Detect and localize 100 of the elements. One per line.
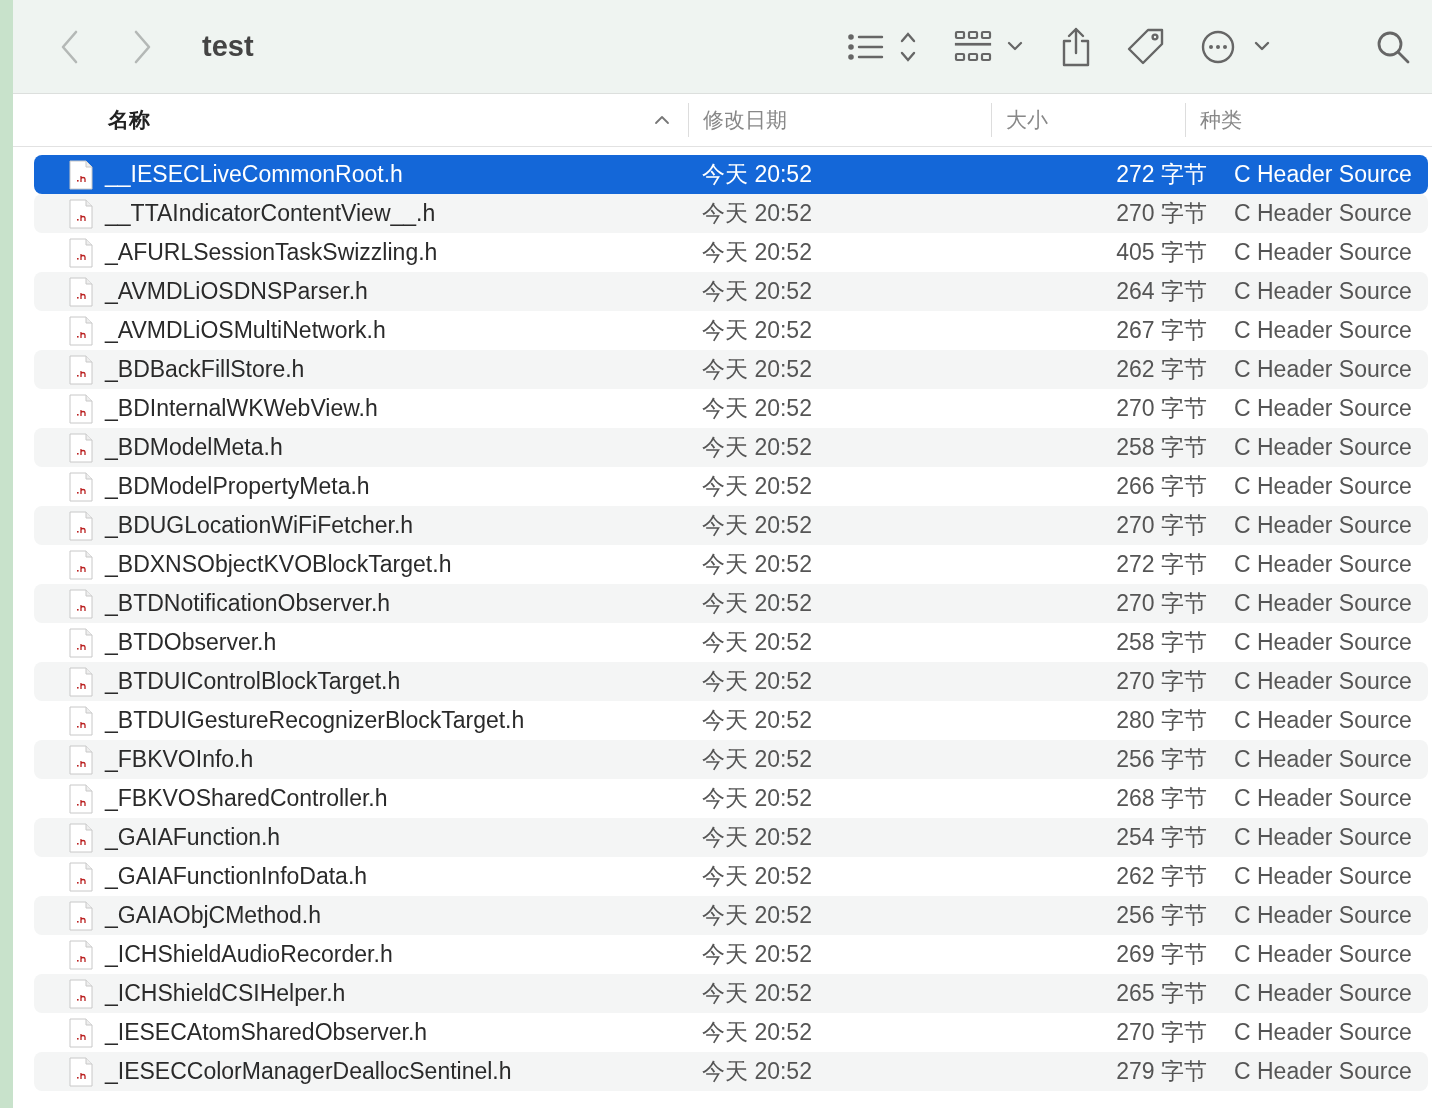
file-kind: C Header Source <box>1233 1058 1412 1085</box>
modified-date: 今天 20:52 <box>701 433 813 462</box>
file-name: _BDBackFillStore.h <box>105 356 305 383</box>
file-row[interactable]: _BTDObserver.h 今天 20:52 258 字节 C Header Source <box>34 623 1428 662</box>
file-row[interactable]: _GAIAFunction.h 今天 20:52 254 字节 C Header Source <box>34 818 1428 857</box>
file-row[interactable]: _IESECAtomSharedObserver.h 今天 20:52 270 字节 C Header Source <box>34 1013 1428 1052</box>
file-row[interactable]: _ICHShieldAudioRecorder.h 今天 20:52 269 字节 C Header Source <box>34 935 1428 974</box>
header-file-icon <box>69 666 93 697</box>
file-name: _BTDObserver.h <box>105 629 277 656</box>
file-size: 270 字节 <box>1115 667 1207 696</box>
header-file-icon <box>69 1056 93 1087</box>
file-kind: C Header Source <box>1233 356 1412 383</box>
modified-date: 今天 20:52 <box>701 1057 813 1086</box>
file-size: 270 字节 <box>1115 589 1207 618</box>
file-size: 279 字节 <box>1115 1057 1207 1086</box>
file-row[interactable]: _BDModelMeta.h 今天 20:52 258 字节 C Header Source <box>34 428 1428 467</box>
file-kind: C Header Source <box>1233 902 1412 929</box>
header-file-icon <box>69 354 93 385</box>
file-name: _GAIAFunction.h <box>105 824 281 851</box>
file-kind: C Header Source <box>1233 317 1412 344</box>
file-row[interactable]: _FBKVOSharedController.h 今天 20:52 268 字节 C Header Source <box>34 779 1428 818</box>
file-name: _FBKVOSharedController.h <box>105 785 388 812</box>
file-size: 267 字节 <box>1115 316 1207 345</box>
file-row[interactable]: __IESECLiveCommonRoot.h 今天 20:52 272 字节 C Header Source <box>34 155 1428 194</box>
file-row[interactable]: _BDModelPropertyMeta.h 今天 20:52 266 字节 C Header Source <box>34 467 1428 506</box>
header-file-icon <box>69 510 93 541</box>
modified-date: 今天 20:52 <box>701 628 813 657</box>
file-name: _BDModelMeta.h <box>105 434 283 461</box>
file-kind: C Header Source <box>1233 1019 1412 1046</box>
file-row[interactable]: __TTAIndicatorContentView__.h 今天 20:52 270 字节 C Header Source <box>34 194 1428 233</box>
column-header[interactable]: 名称 <box>108 103 688 137</box>
header-file-icon <box>69 939 93 970</box>
search-icon[interactable] <box>1376 29 1410 64</box>
file-size: 264 字节 <box>1115 277 1207 306</box>
file-kind: C Header Source <box>1233 629 1412 656</box>
file-row[interactable]: _AFURLSessionTaskSwizzling.h 今天 20:52 405 字节 C Header Source <box>34 233 1428 272</box>
header-file-icon <box>69 198 93 229</box>
header-file-icon <box>69 744 93 775</box>
file-size: 270 字节 <box>1115 199 1207 228</box>
file-row[interactable]: _AVMDLiOSDNSParser.h 今天 20:52 264 字节 C Header Source <box>34 272 1428 311</box>
header-file-icon <box>69 237 93 268</box>
file-kind: C Header Source <box>1233 863 1412 890</box>
modified-date: 今天 20:52 <box>701 511 813 540</box>
modified-date: 今天 20:52 <box>701 277 813 306</box>
header-file-icon <box>69 783 93 814</box>
modified-date: 今天 20:52 <box>701 940 813 969</box>
header-file-icon <box>69 822 93 853</box>
file-row[interactable]: _BDBackFillStore.h 今天 20:52 262 字节 C Header Source <box>34 350 1428 389</box>
file-row[interactable]: _IESECColorManagerDeallocSentinel.h 今天 20:52 279 字节 C Header Source <box>34 1052 1428 1091</box>
modified-date: 今天 20:52 <box>701 667 813 696</box>
modified-date: 今天 20:52 <box>701 745 813 774</box>
file-kind: C Header Source <box>1233 200 1412 227</box>
file-name: __TTAIndicatorContentView__.h <box>105 200 436 227</box>
modified-date: 今天 20:52 <box>701 316 813 345</box>
file-kind: C Header Source <box>1233 434 1412 461</box>
file-row[interactable]: _BTDNotificationObserver.h 今天 20:52 270 字节 C Header Source <box>34 584 1428 623</box>
tag-icon[interactable] <box>1126 26 1166 67</box>
file-size: 262 字节 <box>1115 355 1207 384</box>
modified-date: 今天 20:52 <box>701 901 813 930</box>
file-row[interactable]: _BDUGLocationWiFiFetcher.h 今天 20:52 270 字节 C Header Source <box>34 506 1428 545</box>
folder-title: test <box>202 30 254 63</box>
file-kind: C Header Source <box>1233 746 1412 773</box>
file-row[interactable]: _BDXNSObjectKVOBlockTarget.h 今天 20:52 272 字节 C Header Source <box>34 545 1428 584</box>
file-kind: C Header Source <box>1233 590 1412 617</box>
header-file-icon <box>69 276 93 307</box>
file-kind: C Header Source <box>1233 668 1412 695</box>
column-header[interactable]: 大小 <box>991 103 1185 137</box>
modified-date: 今天 20:52 <box>701 823 813 852</box>
header-file-icon <box>69 159 93 190</box>
file-row[interactable]: _FBKVOInfo.h 今天 20:52 256 字节 C Header Source <box>34 740 1428 779</box>
modified-date: 今天 20:52 <box>701 706 813 735</box>
file-name: _BTDUIGestureRecognizerBlockTarget.h <box>105 707 525 734</box>
modified-date: 今天 20:52 <box>701 589 813 618</box>
file-name: _BDInternalWKWebView.h <box>105 395 378 422</box>
file-name: _ICHShieldCSIHelper.h <box>105 980 346 1007</box>
file-row[interactable]: _BTDUIControlBlockTarget.h 今天 20:52 270 字节 C Header Source <box>34 662 1428 701</box>
file-kind: C Header Source <box>1233 980 1412 1007</box>
file-size: 280 字节 <box>1115 706 1207 735</box>
file-size: 256 字节 <box>1115 901 1207 930</box>
file-name: _IESECColorManagerDeallocSentinel.h <box>105 1058 512 1085</box>
column-header[interactable]: 种类 <box>1185 103 1432 137</box>
file-row[interactable]: _BDInternalWKWebView.h 今天 20:52 270 字节 C Header Source <box>34 389 1428 428</box>
file-kind: C Header Source <box>1233 824 1412 851</box>
more-icon[interactable] <box>1200 28 1270 65</box>
modified-date: 今天 20:52 <box>701 355 813 384</box>
share-icon[interactable] <box>1060 26 1092 67</box>
file-row[interactable]: _ICHShieldCSIHelper.h 今天 20:52 265 字节 C Header Source <box>34 974 1428 1013</box>
file-row[interactable]: _GAIAObjCMethod.h 今天 20:52 256 字节 C Header Source <box>34 896 1428 935</box>
modified-date: 今天 20:52 <box>701 550 813 579</box>
file-row[interactable]: _AVMDLiOSMultiNetwork.h 今天 20:52 267 字节 C Header Source <box>34 311 1428 350</box>
file-size: 258 字节 <box>1115 433 1207 462</box>
file-name: _GAIAFunctionInfoData.h <box>105 863 368 890</box>
file-row[interactable]: _GAIAFunctionInfoData.h 今天 20:52 262 字节 C Header Source <box>34 857 1428 896</box>
file-row[interactable]: _BTDUIGestureRecognizerBlockTarget.h 今天 20:52 280 字节 C Header Source <box>34 701 1428 740</box>
modified-date: 今天 20:52 <box>701 238 813 267</box>
column-header[interactable]: 修改日期 <box>688 103 991 137</box>
header-file-icon <box>69 978 93 1009</box>
modified-date: 今天 20:52 <box>701 160 813 189</box>
file-kind: C Header Source <box>1233 941 1412 968</box>
header-file-icon <box>69 588 93 619</box>
